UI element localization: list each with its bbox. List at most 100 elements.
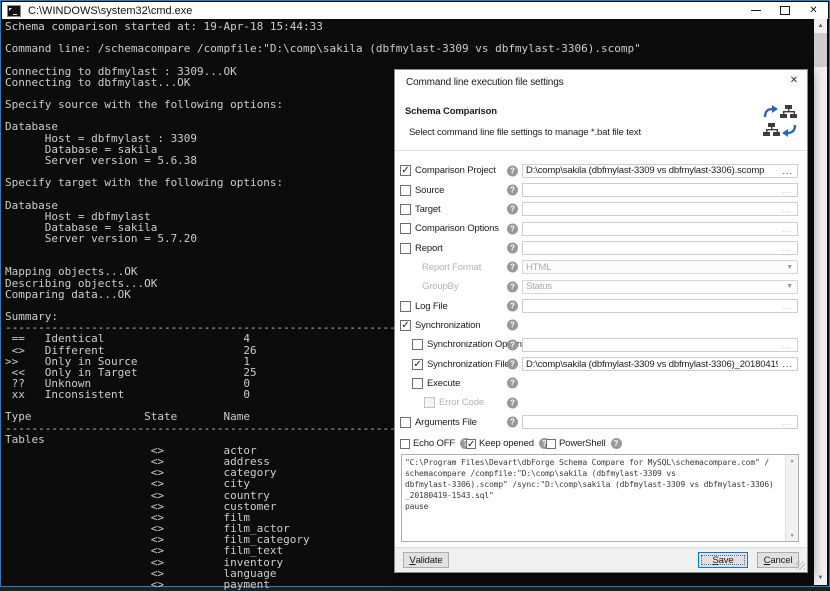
browse-button[interactable]: ... xyxy=(778,341,797,349)
form-row-execute: Execute? xyxy=(395,374,807,393)
select-groupby[interactable]: Status▼ xyxy=(522,280,798,294)
select-value: Status xyxy=(523,281,782,292)
browse-button[interactable]: ... xyxy=(778,186,797,194)
help-icon[interactable]: ? xyxy=(507,359,518,370)
browse-button[interactable]: ... xyxy=(778,225,797,233)
minimize-button[interactable] xyxy=(741,2,770,19)
field-report[interactable]: ... xyxy=(522,241,798,255)
row-label-synchronization-file: Synchronization File xyxy=(427,359,510,370)
maximize-icon xyxy=(780,6,790,15)
help-icon[interactable]: ? xyxy=(507,397,518,408)
close-button[interactable]: ✕ xyxy=(799,2,828,19)
form-row-log-file: Log File?... xyxy=(395,296,807,315)
checkbox-comparison-options[interactable] xyxy=(400,223,411,234)
form-row-error-code: Error Code? xyxy=(395,393,807,412)
browse-button[interactable]: ... xyxy=(778,244,797,252)
checkbox-arguments-file[interactable] xyxy=(400,417,411,428)
help-icon[interactable]: ? xyxy=(507,339,518,350)
field-comparison-options[interactable]: ... xyxy=(522,222,798,236)
field-target[interactable]: ... xyxy=(522,202,798,216)
validate-button[interactable]: Validate xyxy=(403,552,449,568)
row-label-comparison-project: Comparison Project xyxy=(415,165,496,176)
scroll-up-icon[interactable]: ▲ xyxy=(814,19,827,33)
browse-button[interactable]: ... xyxy=(778,302,797,310)
checkbox-synchronization-options[interactable] xyxy=(412,339,423,350)
checkbox-synchronization[interactable]: ✓ xyxy=(400,320,411,331)
command-line-settings-dialog: Command line execution file settings ✕ S… xyxy=(394,69,808,573)
help-icon[interactable]: ? xyxy=(507,185,518,196)
checkbox-comparison-project[interactable]: ✓ xyxy=(400,165,411,176)
field-synchronization-file[interactable]: D:\comp\sakila (dbfmylast-3309 vs dbfmyl… xyxy=(522,357,798,371)
script-scroll-up-icon[interactable]: ▲ xyxy=(786,455,798,466)
form-row-synchronization-file: ✓ Synchronization File? D:\comp\sakila (db… xyxy=(395,354,807,373)
checkbox-log-file[interactable] xyxy=(400,301,411,312)
dialog-button-bar: Validate Save Cancel xyxy=(395,547,807,572)
form-row-report-format: Report Format? HTML▼ xyxy=(395,258,807,277)
field-value: D:\comp\sakila (dbfmylast-3309 vs dbfmyl… xyxy=(523,359,778,370)
bat-script-preview[interactable]: "C:\Program Files\Devart\dbForge Schema … xyxy=(401,454,799,542)
help-icon[interactable]: ? xyxy=(507,281,518,292)
checkbox-echo-off[interactable] xyxy=(400,439,410,449)
checkbox-execute[interactable] xyxy=(412,378,423,389)
cancel-button[interactable]: Cancel xyxy=(757,552,799,568)
help-icon[interactable]: ? xyxy=(507,204,518,215)
field-source[interactable]: ... xyxy=(522,183,798,197)
dropdown-arrow-icon: ▼ xyxy=(782,283,797,290)
field-synchronization-options[interactable]: ... xyxy=(522,338,798,352)
script-scroll-down-icon[interactable]: ▼ xyxy=(786,530,798,541)
checkbox-keep-opened[interactable]: ✓ xyxy=(466,439,476,449)
scroll-down-icon[interactable]: ▼ xyxy=(814,571,827,585)
field-comparison-project[interactable]: D:\comp\sakila (dbfmylast-3309 vs dbfmyl… xyxy=(522,164,798,178)
checkbox-powershell[interactable] xyxy=(546,439,556,449)
save-button[interactable]: Save xyxy=(698,552,748,568)
field-arguments-file[interactable]: ... xyxy=(522,415,798,429)
maximize-button[interactable] xyxy=(770,2,799,19)
help-icon[interactable]: ? xyxy=(507,262,518,273)
help-icon[interactable]: ? xyxy=(507,165,518,176)
browse-button[interactable]: ... xyxy=(778,205,797,213)
checkbox-source[interactable] xyxy=(400,185,411,196)
help-icon[interactable]: ? xyxy=(507,301,518,312)
cmd-app-icon xyxy=(7,5,21,17)
dialog-resize-grip[interactable] xyxy=(796,561,805,570)
form-row-arguments-file: Arguments File?... xyxy=(395,412,807,431)
form-row-comparison-options: Comparison Options?... xyxy=(395,219,807,238)
minimize-icon xyxy=(751,10,761,11)
browse-button[interactable]: ... xyxy=(778,360,797,368)
scrollbar-thumb[interactable] xyxy=(814,33,827,67)
window-controls: ✕ xyxy=(741,2,828,19)
row-label-execute: Execute xyxy=(427,378,460,389)
flag-label-keep-opened: Keep opened xyxy=(479,438,534,449)
field-log-file[interactable]: ... xyxy=(522,299,798,313)
console-scrollbar[interactable]: ▲ ▼ xyxy=(814,19,827,585)
row-label-comparison-options: Comparison Options xyxy=(415,223,499,234)
form-row-comparison-project: ✓ Comparison Project? D:\comp\sakila (dbfm… xyxy=(395,161,807,180)
dialog-close-icon[interactable]: ✕ xyxy=(790,75,798,86)
select-report-format[interactable]: HTML▼ xyxy=(522,260,798,274)
browse-button[interactable]: ... xyxy=(778,418,797,426)
bat-script-text: "C:\Program Files\Devart\dbForge Schema … xyxy=(402,455,798,514)
help-icon[interactable]: ? xyxy=(611,438,622,449)
dialog-flags-row: Echo OFF?✓Keep opened?PowerShell? xyxy=(395,436,807,451)
form-row-synchronization: ✓ Synchronization? xyxy=(395,316,807,335)
help-icon[interactable]: ? xyxy=(507,320,518,331)
help-icon[interactable]: ? xyxy=(507,417,518,428)
row-label-log-file: Log File xyxy=(415,301,448,312)
row-label-synchronization: Synchronization xyxy=(415,320,480,331)
browse-button[interactable]: ... xyxy=(778,167,797,175)
field-value: D:\comp\sakila (dbfmylast-3309 vs dbfmyl… xyxy=(523,165,778,176)
script-scrollbar[interactable]: ▲ ▼ xyxy=(785,455,798,541)
row-label-groupby: GroupBy xyxy=(422,281,458,292)
select-value: HTML xyxy=(523,262,782,273)
checkbox-report[interactable] xyxy=(400,243,411,254)
help-icon[interactable]: ? xyxy=(507,243,518,254)
help-icon[interactable]: ? xyxy=(507,378,518,389)
checkbox-synchronization-file[interactable]: ✓ xyxy=(412,359,423,370)
dropdown-arrow-icon: ▼ xyxy=(782,264,797,271)
checkbox-error-code[interactable] xyxy=(424,397,435,408)
row-label-arguments-file: Arguments File xyxy=(415,417,477,428)
flag-keep-opened: ✓Keep opened? xyxy=(466,436,550,451)
row-label-report-format: Report Format xyxy=(422,262,481,273)
help-icon[interactable]: ? xyxy=(507,223,518,234)
checkbox-target[interactable] xyxy=(400,204,411,215)
